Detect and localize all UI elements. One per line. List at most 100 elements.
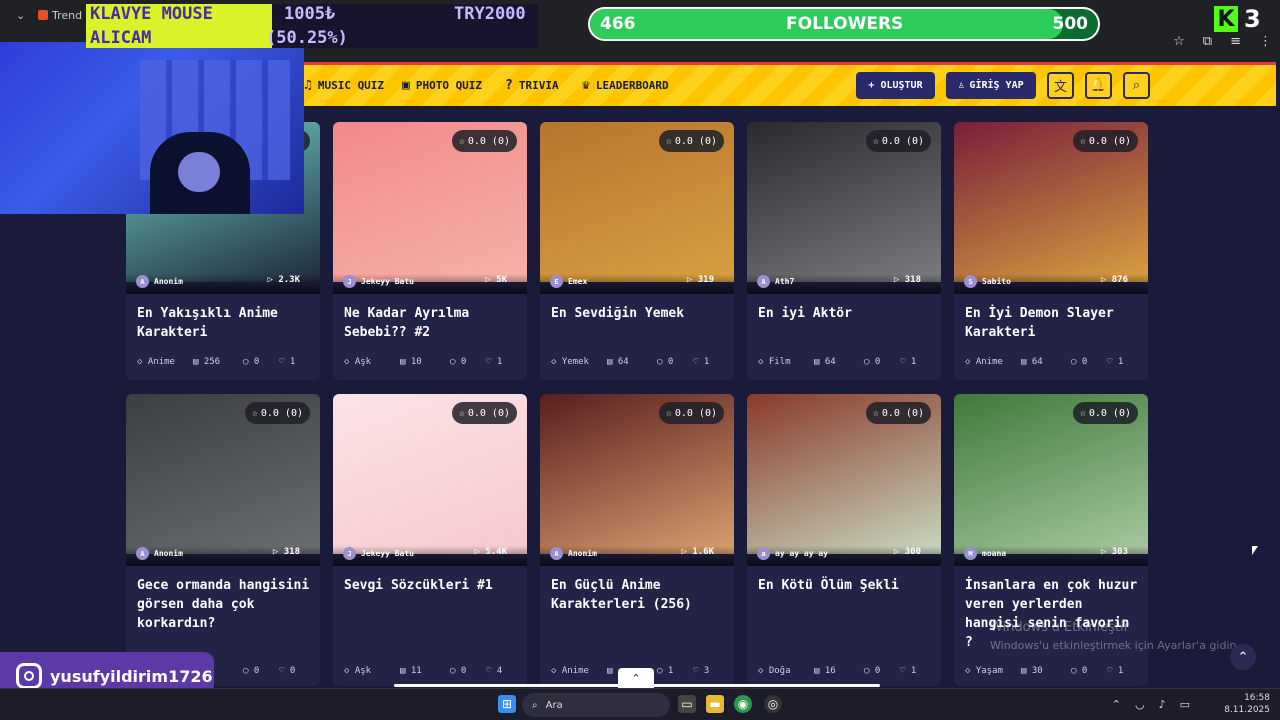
extensions-icon[interactable]: ⧉ [1203,34,1212,49]
scroll-to-top-button[interactable]: ⌃ [1230,644,1256,670]
quiz-card[interactable]: ☆ 0.0 (0) a ay ay ay ay ▷ 300 En Kötü Öl… [747,394,941,686]
donation-goal: TRY2000 [454,4,526,24]
like-count[interactable]: ♡ 1 [279,357,309,367]
site-navbar: ♫ MUSIC QUIZ ▣ PHOTO QUIZ ? TRIVIA ♛ LEA… [304,62,1276,106]
task-view-icon[interactable]: ▭ [678,695,696,713]
followers-current: 466 [600,14,636,34]
avatar: A [136,547,149,560]
like-count[interactable]: ♡ 1 [1107,666,1137,676]
volume-icon[interactable]: ♪ [1159,698,1166,711]
like-count[interactable]: ♡ 1 [693,357,723,367]
author[interactable]: a ay ay ay ay [757,547,828,560]
webcam-overlay [0,42,304,214]
battery-icon[interactable]: ▭ [1180,698,1190,711]
star-icon: ☆ [251,407,258,419]
nav-label: LEADERBOARD [595,79,669,92]
author[interactable]: M moana [964,547,1006,560]
author-name: Ath7 [775,277,795,286]
category-tag[interactable]: ◇ Film [758,357,814,367]
category-tag[interactable]: ◇ Anime [137,357,193,367]
create-button[interactable]: + OLUŞTUR [856,72,935,99]
quiz-title[interactable]: En İyi Demon Slayer Karakteri [965,304,1143,342]
nav-leaderboard[interactable]: ♛ LEADERBOARD [582,78,669,93]
obs-icon[interactable]: ◎ [764,695,782,713]
quiz-card[interactable]: ☆ 0.0 (0) E Emex ▷ 319 En Sevdiğin Yemek… [540,122,734,380]
author[interactable]: A Ath7 [757,275,794,288]
category-tag[interactable]: ◇ Yemek [551,357,607,367]
category-tag[interactable]: ◇ Doğa [758,666,814,676]
avatar: J [343,547,356,560]
webcam-face [178,152,220,192]
donation-amount: 1005₺ [284,4,336,24]
card-meta: ◇ Film ▤ 64 ◯ 0 ♡ 1 [758,357,934,367]
play-count: ▷ 5.4K [474,547,507,557]
category-tag[interactable]: ◇ Anime [965,357,1021,367]
chrome-icon[interactable]: ◉ [734,695,752,713]
mouse-cursor-icon [1252,546,1258,555]
card-meta: ◇ Yemek ▤ 64 ◯ 0 ♡ 1 [551,357,727,367]
browser-menu-icon[interactable]: ⋮ [1259,34,1272,49]
comment-count: ◯ 0 [243,357,260,367]
file-explorer-icon[interactable]: ▬ [706,695,724,713]
avatar: A [550,547,563,560]
notification-bell-icon[interactable]: 🔔 [1085,72,1112,99]
quiz-title[interactable]: En Yakışıklı Anime Karakteri [137,304,315,342]
author[interactable]: A Anonim [136,275,183,288]
star-icon: ☆ [458,407,465,419]
tray-chevron-icon[interactable]: ⌃ [1112,698,1121,711]
login-button[interactable]: ♙ GİRİŞ YAP [946,72,1036,99]
followers-goal-bar: 466 FOLLOWERS 500 [588,7,1100,41]
quiz-card[interactable]: ☆ 0.0 (0) J Jekeyy Batu ▷ 5.4K Sevgi Söz… [333,394,527,686]
taskbar-search[interactable]: ⌕ Ara [522,693,670,717]
quiz-title[interactable]: En Güçlü Anime Karakterleri (256) [551,576,729,614]
nav-photo-quiz[interactable]: ▣ PHOTO QUIZ [402,78,482,93]
quiz-card[interactable]: ☆ 0.0 (0) A Anonim ▷ 1.6K En Güçlü Anime… [540,394,734,686]
bookmark-star-icon[interactable]: ☆ [1173,34,1185,49]
author[interactable]: A Anonim [136,547,183,560]
category-tag[interactable]: ◇ Anime [551,666,607,676]
nav-music-quiz[interactable]: ♫ MUSIC QUIZ [304,78,384,93]
quiz-title[interactable]: Sevgi Sözcükleri #1 [344,576,522,595]
language-icon[interactable]: 文 [1047,72,1074,99]
rating-badge: ☆ 0.0 (0) [865,130,931,152]
quiz-card[interactable]: ☆ 0.0 (0) A Anonim ▷ 318 Gece ormanda ha… [126,394,320,686]
nav-trivia[interactable]: ? TRIVIA [505,78,559,93]
rating-value: 0.0 (0) [881,407,924,419]
quiz-card[interactable]: ☆ 0.0 (0) A Ath7 ▷ 318 En iyi Aktör ◇ Fi… [747,122,941,380]
like-count[interactable]: ♡ 1 [900,357,930,367]
quiz-title[interactable]: En Kötü Ölüm Şekli [758,576,936,595]
rating-badge: ☆ 0.0 (0) [658,402,724,424]
author-name: Anonim [568,549,597,558]
search-icon[interactable]: ⌕ [1123,72,1150,99]
category-tag[interactable]: ◇ Yaşam [965,666,1021,676]
start-menu-icon[interactable]: ⊞ [498,695,516,713]
instagram-handle: yusufyildirim1726 [50,666,213,686]
category-tag[interactable]: ◇ Aşk [344,666,400,676]
quiz-title[interactable]: Gece ormanda hangisini görsen daha çok k… [137,576,315,633]
author[interactable]: E Emex [550,275,587,288]
like-count[interactable]: ♡ 4 [486,666,516,676]
media-control-icon[interactable]: ≡ [1230,34,1241,49]
author[interactable]: J Jekeyy Batu [343,547,414,560]
nav-label: TRIVIA [518,79,559,92]
play-count: ▷ 303 [1100,547,1128,557]
quiz-title[interactable]: Ne Kadar Ayrılma Sebebi?? #2 [344,304,522,342]
quiz-card[interactable]: ☆ 0.0 (0) S Sabito ▷ 876 En İyi Demon Sl… [954,122,1148,380]
quiz-card[interactable]: ☆ 0.0 (0) J Jekeyy Batu ▷ 5K Ne Kadar Ay… [333,122,527,380]
like-count[interactable]: ♡ 1 [900,666,930,676]
watermark-subtitle: Windows'u etkinleştirmek için Ayarlar'a … [990,639,1240,652]
comment-count: ◯ 0 [450,666,467,676]
network-icon[interactable]: ◡ [1135,698,1145,711]
author[interactable]: S Sabito [964,275,1011,288]
category-tag[interactable]: ◇ Aşk [344,357,400,367]
search-icon: ⌕ [532,699,538,711]
like-count[interactable]: ♡ 3 [693,666,723,676]
taskbar-clock[interactable]: 16:58 8.11.2025 [1224,692,1270,716]
quiz-title[interactable]: En Sevdiğin Yemek [551,304,729,323]
author[interactable]: J Jekeyy Batu [343,275,414,288]
author[interactable]: A Anonim [550,547,597,560]
like-count[interactable]: ♡ 0 [279,666,309,676]
quiz-title[interactable]: En iyi Aktör [758,304,936,323]
like-count[interactable]: ♡ 1 [1107,357,1137,367]
like-count[interactable]: ♡ 1 [486,357,516,367]
